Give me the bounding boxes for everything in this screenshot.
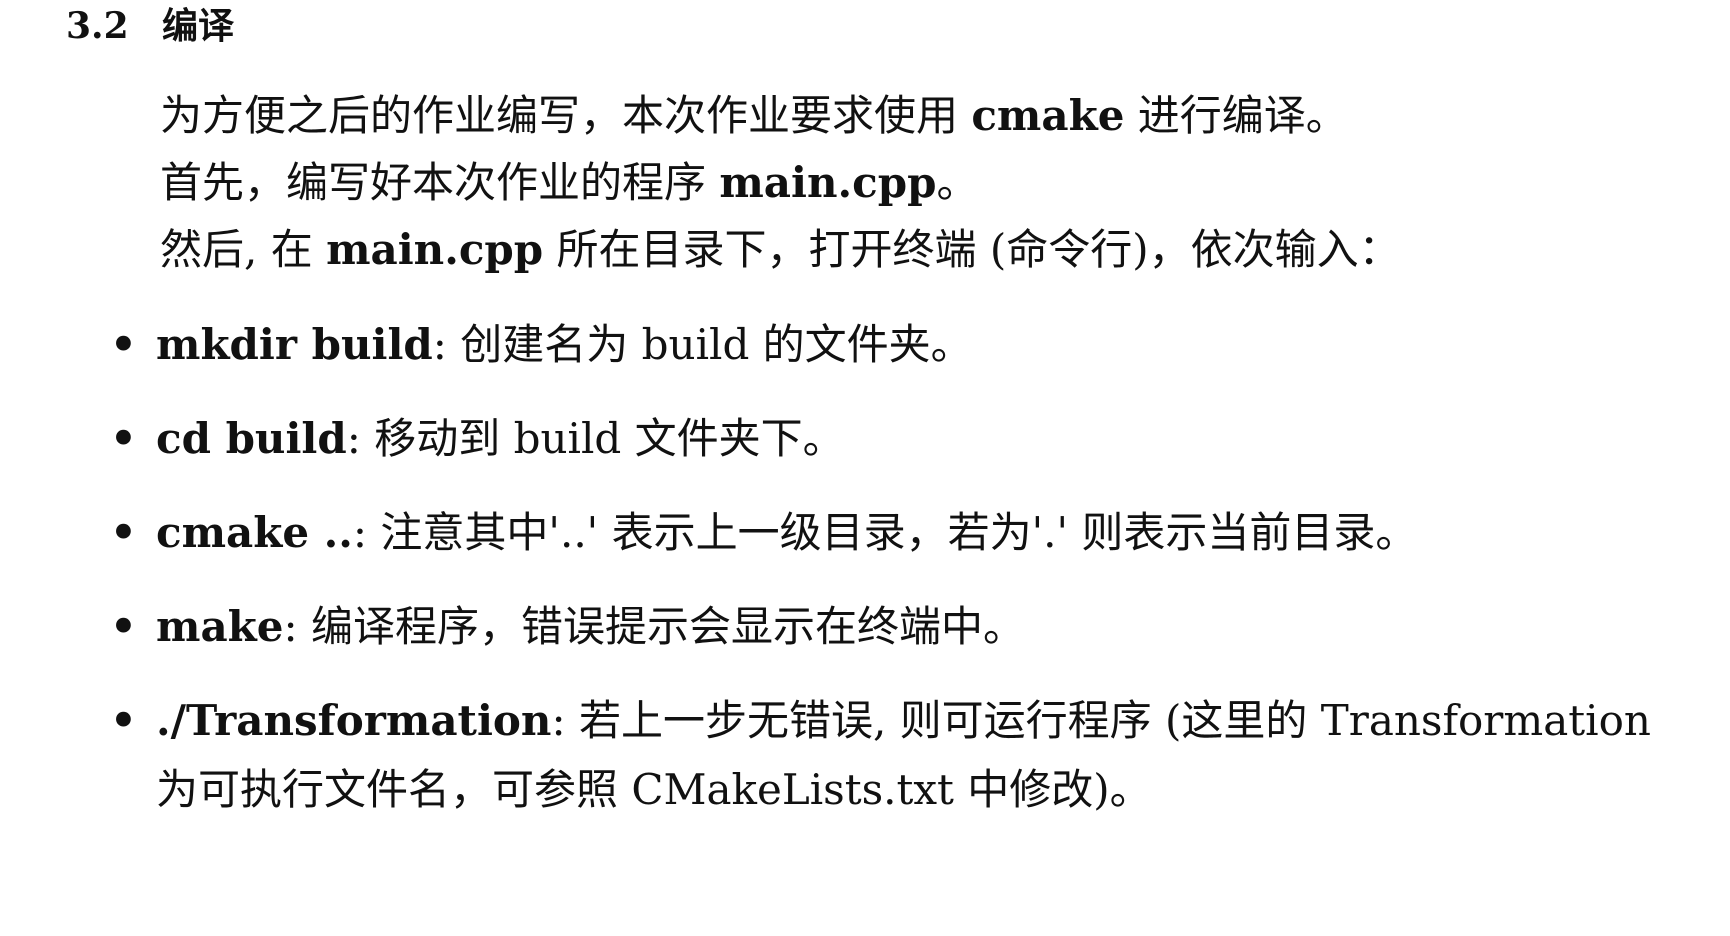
list-item: • make: 编译程序，错误提示会显示在终端中。 — [110, 597, 1025, 657]
command-name: cd build — [156, 414, 347, 463]
paragraph-text: 然后, 在 — [160, 225, 327, 274]
paragraph-then-step: 然后, 在 main.cpp 所在目录下，打开终端 (命令行)，依次输入： — [160, 220, 1401, 280]
paragraph-text: 。 — [936, 158, 979, 207]
inline-filename: main.cpp — [326, 225, 544, 274]
list-item: • cmake ..: 注意其中'..' 表示上一级目录，若为'.' 则表示当前目… — [110, 503, 1417, 563]
bullet-marker: • — [110, 414, 137, 463]
command-description: : 若上一步无错误, 则可运行程序 (这里的 Transformation — [551, 696, 1651, 745]
paragraph-intro: 为方便之后的作业编写，本次作业要求使用 cmake 进行编译。 — [160, 86, 1348, 146]
bullet-marker: • — [110, 320, 137, 369]
bullet-marker: • — [110, 696, 137, 745]
command-description: : 创建名为 build 的文件夹。 — [432, 320, 973, 369]
paragraph-text: 进行编译。 — [1124, 91, 1348, 140]
command-description: : 编译程序，错误提示会显示在终端中。 — [283, 602, 1025, 651]
paragraph-text: 为方便之后的作业编写，本次作业要求使用 — [160, 91, 972, 140]
section-heading: 3.2 编译 — [66, 2, 234, 50]
inline-command: cmake — [971, 91, 1125, 140]
command-name: mkdir build — [156, 320, 433, 369]
inline-filename: main.cpp — [719, 158, 937, 207]
paragraph-text: 所在目录下，打开终端 (命令行)，依次输入： — [543, 225, 1401, 274]
command-description: : 移动到 build 文件夹下。 — [346, 414, 845, 463]
bullet-marker: • — [110, 508, 137, 557]
paragraph-text: 首先，编写好本次作业的程序 — [160, 158, 720, 207]
paragraph-first-step: 首先，编写好本次作业的程序 main.cpp。 — [160, 153, 978, 213]
command-name: make — [156, 602, 284, 651]
command-description: : 注意其中'..' 表示上一级目录，若为'.' 则表示当前目录。 — [352, 508, 1418, 557]
list-item: • ./Transformation: 若上一步无错误, 则可运行程序 (这里的 … — [110, 691, 1651, 751]
list-item: • cd build: 移动到 build 文件夹下。 — [110, 409, 845, 469]
command-name: cmake .. — [156, 508, 353, 557]
section-number: 3.2 — [66, 5, 129, 47]
section-title: 编译 — [162, 5, 235, 47]
bullet-marker: • — [110, 602, 137, 651]
list-item-continuation: 为可执行文件名，可参照 CMakeLists.txt 中修改)。 — [156, 765, 1152, 814]
list-item: • mkdir build: 创建名为 build 的文件夹。 — [110, 315, 973, 375]
command-name: ./Transformation — [156, 696, 552, 745]
